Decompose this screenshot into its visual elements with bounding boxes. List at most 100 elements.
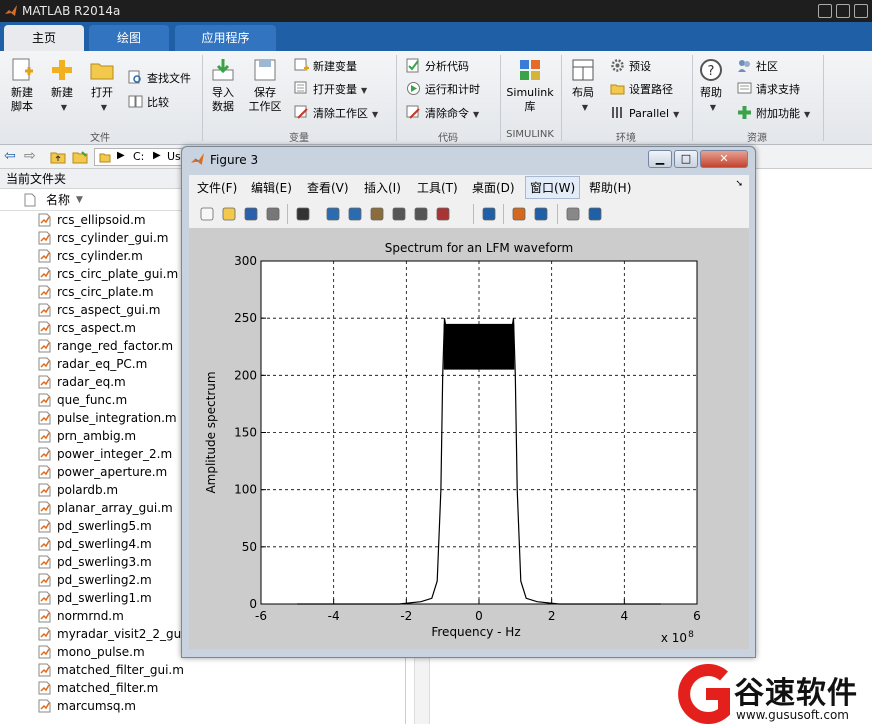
- open-button[interactable]: 打开 ▼: [86, 57, 118, 115]
- svg-text:?: ?: [708, 64, 715, 79]
- window-title: MATLAB R2014a: [22, 4, 121, 18]
- file-name: rcs_cylinder_gui.m: [57, 231, 169, 245]
- request-support-icon: [737, 82, 752, 94]
- y-axis-label: Amplitude spectrum: [204, 371, 218, 493]
- y-tick-label: 100: [234, 483, 257, 497]
- folder-open-icon: [90, 63, 114, 80]
- menu-overflow-icon[interactable]: ➘: [735, 179, 743, 189]
- preferences-button[interactable]: 预设: [610, 57, 651, 77]
- file-name: mono_pulse.m: [57, 645, 145, 659]
- up-folder-icon[interactable]: [50, 149, 66, 165]
- file-name: pd_swerling3.m: [57, 555, 152, 569]
- parallel-button[interactable]: Parallel ▼: [610, 104, 679, 124]
- insert-colorbar-icon[interactable]: [511, 206, 527, 222]
- tab-home[interactable]: 主页: [4, 25, 84, 51]
- link-plot-icon[interactable]: [481, 206, 497, 222]
- maximize-button[interactable]: [836, 4, 850, 18]
- data-cursor-icon[interactable]: [413, 206, 429, 222]
- pan-hand-icon[interactable]: [369, 206, 385, 222]
- new-script-button[interactable]: 新建 脚本: [6, 57, 38, 114]
- menu-view[interactable]: 查看(V): [307, 179, 349, 196]
- show-plot-tools-icon[interactable]: [587, 206, 603, 222]
- menu-tools[interactable]: 工具(T): [417, 179, 458, 196]
- rotate-3d-icon[interactable]: [391, 206, 407, 222]
- clear-workspace-button[interactable]: 清除工作区 ▼: [294, 104, 378, 124]
- environment-group-label: 环境: [616, 133, 636, 144]
- brush-icon[interactable]: [435, 206, 451, 222]
- tab-plots[interactable]: 绘图: [89, 25, 169, 51]
- menu-desktop[interactable]: 桌面(D): [472, 179, 515, 196]
- chevron-down-icon: ▼: [60, 103, 68, 112]
- zoom-out-icon[interactable]: [347, 206, 363, 222]
- m-file-icon: [38, 573, 51, 587]
- insert-legend-icon[interactable]: [533, 206, 549, 222]
- compare-button[interactable]: 比较: [128, 93, 169, 113]
- file-list-item[interactable]: matched_filter.m: [0, 679, 405, 697]
- new-script-icon: [12, 58, 33, 81]
- y-tick-label: 300: [234, 254, 257, 268]
- simulink-library-icon: [520, 60, 540, 80]
- open-variable-button[interactable]: 打开变量 ▼: [294, 80, 367, 100]
- new-variable-button[interactable]: 新建变量: [294, 57, 357, 77]
- m-file-icon: [38, 411, 51, 425]
- menu-file[interactable]: 文件(F): [197, 179, 237, 196]
- figure-close-button[interactable]: ✕: [700, 150, 748, 168]
- save-icon[interactable]: [243, 206, 259, 222]
- figure-window: Figure 3 ▁ □ ✕ 文件(F) 编辑(E) 查看(V) 插入(I) 工…: [181, 146, 756, 658]
- new-button[interactable]: 新建 ▼: [46, 57, 78, 115]
- file-name: normrnd.m: [57, 609, 124, 623]
- file-icon: [24, 193, 36, 207]
- figure-title-bar[interactable]: Figure 3 ▁ □ ✕: [182, 147, 755, 173]
- request-support-button[interactable]: 请求支持: [737, 80, 800, 100]
- x-tick-label: 4: [621, 609, 629, 623]
- file-list-item[interactable]: matched_filter_gui.m: [0, 661, 405, 679]
- help-button[interactable]: ? 帮助 ▼: [697, 57, 725, 115]
- save-workspace-icon: [254, 59, 276, 81]
- layout-button[interactable]: 布局 ▼: [568, 57, 598, 115]
- clear-commands-button[interactable]: 清除命令 ▼: [406, 104, 479, 124]
- community-button[interactable]: 社区: [737, 57, 778, 77]
- figure-maximize-button[interactable]: □: [674, 150, 698, 168]
- menu-window[interactable]: 窗口(W): [525, 176, 581, 199]
- print-icon[interactable]: [265, 206, 281, 222]
- m-file-icon: [38, 267, 51, 281]
- back-arrow-icon[interactable]: ⇦: [4, 148, 16, 164]
- tab-apps[interactable]: 应用程序: [175, 25, 276, 51]
- new-figure-icon[interactable]: [199, 206, 215, 222]
- browse-folder-icon[interactable]: [72, 149, 88, 165]
- file-name: pd_swerling2.m: [57, 573, 152, 587]
- edit-plot-arrow-icon[interactable]: [295, 206, 311, 222]
- file-name: rcs_aspect.m: [57, 321, 136, 335]
- save-workspace-button[interactable]: 保存 工作区: [246, 57, 284, 114]
- zoom-in-icon[interactable]: [325, 206, 341, 222]
- minimize-button[interactable]: [818, 4, 832, 18]
- file-list-item[interactable]: marcumsq.m: [0, 697, 405, 715]
- find-files-button[interactable]: 查找文件: [128, 69, 191, 89]
- import-data-button[interactable]: 导入 数据: [208, 57, 238, 114]
- menu-help[interactable]: 帮助(H): [589, 179, 631, 196]
- m-file-icon: [38, 429, 51, 443]
- add-ons-button[interactable]: 附加功能 ▼: [737, 104, 810, 124]
- simulink-library-button[interactable]: Simulink 库: [504, 57, 556, 114]
- figure-minimize-button[interactable]: ▁: [648, 150, 672, 168]
- run-and-time-button[interactable]: 运行和计时: [406, 80, 480, 100]
- ribbon-tab-strip: 主页 绘图 应用程序: [0, 22, 872, 51]
- analyze-code-button[interactable]: 分析代码: [406, 57, 469, 77]
- figure-toolbar: [189, 199, 749, 229]
- figure-canvas: -6 -4 -2 0 2 4 6 0 50 100 150 200 250 300 Spectrum for…: [189, 229, 749, 649]
- plus-icon: [52, 60, 72, 80]
- menu-edit[interactable]: 编辑(E): [251, 179, 292, 196]
- hide-plot-tools-icon[interactable]: [565, 206, 581, 222]
- file-name: myradar_visit2_2_gui.m: [57, 627, 201, 641]
- forward-arrow-icon[interactable]: ⇨: [24, 148, 36, 164]
- set-path-button[interactable]: 设置路径: [610, 80, 673, 100]
- file-name: matched_filter_gui.m: [57, 663, 184, 677]
- open-file-icon[interactable]: [221, 206, 237, 222]
- file-name: planar_array_gui.m: [57, 501, 173, 515]
- menu-insert[interactable]: 插入(I): [364, 179, 401, 196]
- close-window-button[interactable]: [854, 4, 868, 18]
- x-axis-label: Frequency - Hz: [431, 625, 520, 639]
- x-tick-label: -4: [328, 609, 340, 623]
- path-separator-icon: ▶: [117, 150, 125, 161]
- m-file-icon: [38, 627, 51, 641]
